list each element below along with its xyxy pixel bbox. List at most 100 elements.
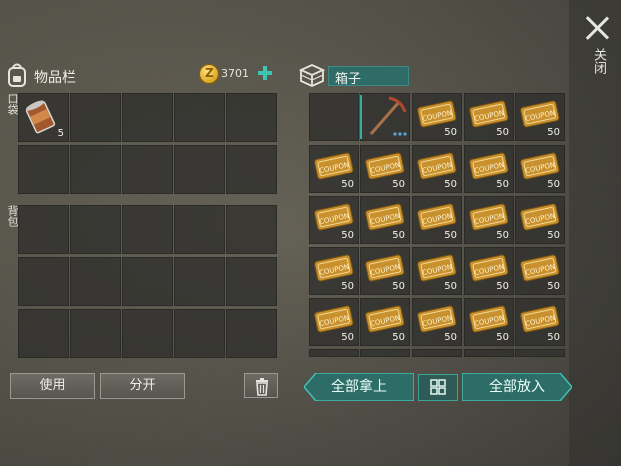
chest-slot[interactable]: COUPON 50 [412, 247, 462, 295]
sort-button[interactable] [418, 374, 458, 401]
inventory-slot[interactable] [18, 145, 69, 194]
chest-slot[interactable]: COUPON 50 [464, 145, 514, 193]
inventory-slot[interactable] [174, 309, 225, 358]
chest-slot[interactable]: COUPON 50 [309, 196, 359, 244]
inventory-slot[interactable] [122, 257, 173, 306]
inventory-slot[interactable]: 5 [18, 93, 69, 142]
pocket-label: 口袋 [6, 93, 19, 115]
inventory-slot[interactable] [226, 205, 277, 254]
chest-slot[interactable]: COUPON 50 [360, 298, 410, 346]
item-quantity: 50 [496, 332, 509, 343]
item-quantity: 50 [547, 230, 560, 241]
item-quantity: 50 [496, 230, 509, 241]
chest-slot[interactable]: COUPON 50 [464, 196, 514, 244]
inventory-slot[interactable] [174, 257, 225, 306]
item-quantity: 50 [341, 179, 354, 190]
item-quantity: 50 [392, 230, 405, 241]
item-quantity: 50 [392, 179, 405, 190]
inventory-slot[interactable] [70, 309, 121, 358]
inventory-slot[interactable] [70, 205, 121, 254]
chest-slot[interactable]: COUPON 50 [515, 247, 565, 295]
inventory-slot[interactable] [174, 93, 225, 142]
chest-slot[interactable]: COUPON 50 [515, 196, 565, 244]
grid-sort-icon [430, 379, 446, 395]
chest-slot[interactable] [309, 93, 359, 141]
item-quantity: 50 [341, 332, 354, 343]
inventory-slot[interactable] [226, 257, 277, 306]
inventory-slot[interactable] [226, 93, 277, 142]
item-quantity: 5 [57, 128, 64, 139]
chest-slot[interactable]: COUPON 50 [309, 298, 359, 346]
chest-slot[interactable]: COUPON 50 [464, 247, 514, 295]
chest-slot-partial[interactable] [464, 349, 514, 357]
inventory-slot[interactable] [70, 93, 121, 142]
chest-slot[interactable]: COUPON 50 [360, 196, 410, 244]
item-quantity: 50 [444, 230, 457, 241]
chest-slot[interactable]: COUPON 50 [309, 247, 359, 295]
inventory-slot[interactable] [226, 309, 277, 358]
item-quantity: 50 [547, 179, 560, 190]
chest-slot[interactable]: COUPON 50 [412, 196, 462, 244]
put-all-button[interactable]: 全部放入 [462, 373, 572, 401]
chest-slot[interactable]: COUPON 50 [464, 93, 514, 141]
item-quantity: 50 [444, 179, 457, 190]
chest-title: 箱子 [335, 72, 362, 87]
inventory-slot[interactable] [18, 205, 69, 254]
use-button[interactable]: 使用 [10, 373, 95, 399]
inventory-slot[interactable] [70, 145, 121, 194]
close-label[interactable]: 关闭 [588, 48, 606, 74]
item-quantity: 50 [341, 230, 354, 241]
inventory-slot[interactable] [122, 93, 173, 142]
chest-slot[interactable]: COUPON 50 [360, 145, 410, 193]
item-quantity: 50 [444, 281, 457, 292]
item-quantity: 50 [444, 332, 457, 343]
item-quantity: 50 [547, 127, 560, 138]
chest-name-field[interactable]: 箱子 [328, 66, 409, 87]
chest-slot-partial[interactable] [360, 349, 410, 357]
chest-slot[interactable]: COUPON 50 [309, 145, 359, 193]
take-all-label: 全部拿上 [331, 379, 387, 395]
backpack-label: 背包 [6, 205, 19, 227]
gold-amount: 3701 [221, 67, 249, 80]
chest-slot[interactable]: COUPON 50 [360, 247, 410, 295]
item-quantity: 50 [547, 281, 560, 292]
inventory-slot[interactable] [174, 145, 225, 194]
item-quantity: 50 [547, 332, 560, 343]
inventory-slot[interactable] [122, 309, 173, 358]
gold-coin-icon: Z [199, 64, 219, 84]
item-quantity: 50 [392, 281, 405, 292]
inventory-slot[interactable] [226, 145, 277, 194]
add-gold-button[interactable] [256, 64, 274, 82]
item-quantity: 50 [444, 127, 457, 138]
close-icon[interactable] [584, 15, 610, 41]
inventory-slot[interactable] [18, 257, 69, 306]
inventory-slot[interactable] [70, 257, 121, 306]
inventory-slot[interactable] [174, 205, 225, 254]
chest-slot[interactable]: COUPON 50 [515, 145, 565, 193]
inventory-slot[interactable] [122, 145, 173, 194]
chest-slot[interactable]: COUPON 50 [412, 93, 462, 141]
put-all-label: 全部放入 [489, 379, 545, 395]
selection-divider [360, 95, 362, 139]
chest-slot[interactable] [360, 93, 410, 141]
backpack-icon [8, 63, 26, 87]
chest-slot-partial[interactable] [515, 349, 565, 357]
inventory-slot[interactable] [18, 309, 69, 358]
chest-slot-partial[interactable] [309, 349, 359, 357]
trash-button[interactable] [244, 373, 278, 398]
pickaxe-icon [369, 96, 407, 136]
take-all-button[interactable]: 全部拿上 [304, 373, 414, 401]
split-button[interactable]: 分开 [100, 373, 185, 399]
item-quantity: 50 [341, 281, 354, 292]
chest-slot[interactable]: COUPON 50 [515, 298, 565, 346]
item-quantity: 50 [392, 332, 405, 343]
chest-slot-partial[interactable] [412, 349, 462, 357]
chest-slot[interactable]: COUPON 50 [412, 298, 462, 346]
item-quantity: 50 [496, 127, 509, 138]
chest-slot[interactable]: COUPON 50 [412, 145, 462, 193]
chest-icon [298, 64, 326, 87]
inventory-slot[interactable] [122, 205, 173, 254]
chest-slot[interactable]: COUPON 50 [464, 298, 514, 346]
chest-slot[interactable]: COUPON 50 [515, 93, 565, 141]
item-quantity: 50 [496, 179, 509, 190]
